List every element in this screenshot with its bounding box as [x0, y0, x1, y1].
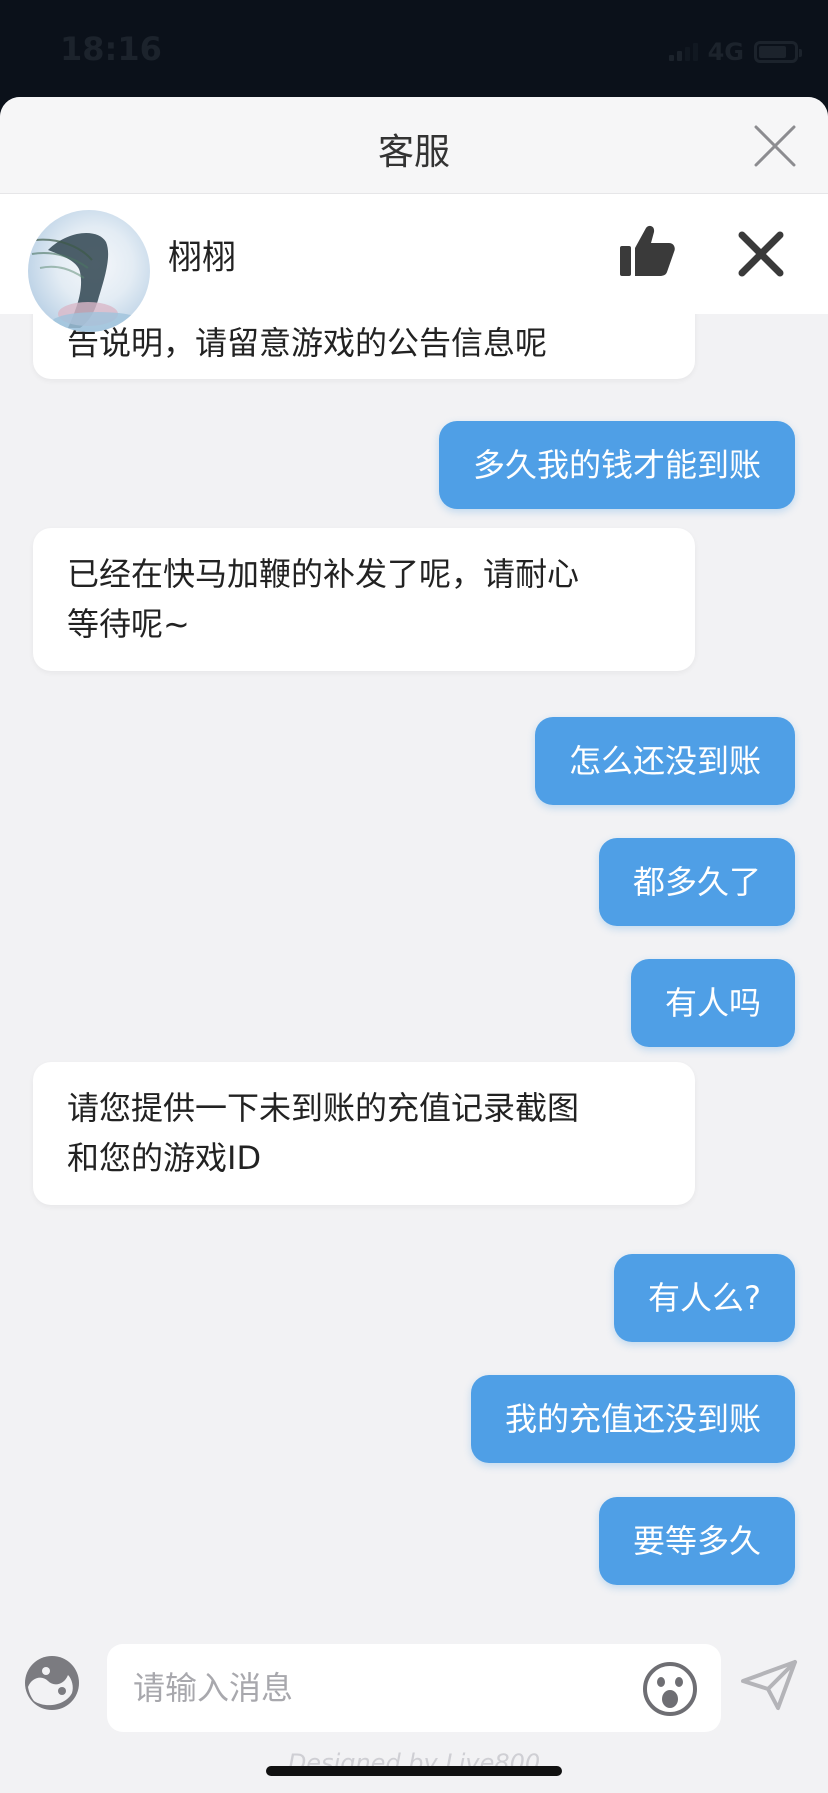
message-line: 请您提供一下未到账的充值记录截图 — [67, 1089, 580, 1127]
message-line: 和您的游戏ID — [67, 1139, 262, 1177]
user-message: 都多久了 — [598, 838, 795, 926]
end-chat-icon[interactable] — [736, 230, 786, 278]
user-message: 有人么? — [614, 1254, 795, 1342]
battery-icon — [754, 41, 802, 63]
agent-message: 告说明，请留意游戏的公告信息呢 — [33, 314, 695, 379]
network-label: 4G — [707, 38, 744, 66]
message-line: 已经在快马加鞭的补发了呢，请耐心 — [67, 555, 580, 593]
home-indicator[interactable] — [266, 1766, 562, 1776]
page-title: 客服 — [377, 132, 450, 173]
message-input[interactable] — [133, 1644, 613, 1732]
close-icon[interactable] — [752, 123, 798, 169]
user-message: 有人吗 — [630, 959, 795, 1047]
status-time: 18:16 — [60, 30, 162, 68]
message-line: 告说明，请留意游戏的公告信息呢 — [67, 324, 548, 362]
agent-name: 栩栩 — [168, 238, 236, 278]
user-message: 要等多久 — [598, 1497, 795, 1585]
send-icon[interactable] — [740, 1659, 798, 1711]
agent-message: 请您提供一下未到账的充值记录截图 和您的游戏ID — [33, 1062, 695, 1205]
avatar — [28, 210, 150, 332]
battery-level — [759, 46, 787, 58]
user-message: 我的充值还没到账 — [470, 1375, 795, 1463]
status-bar: 18:16 4G — [0, 0, 828, 97]
message-line: 等待呢~ — [67, 605, 190, 643]
thumbs-up-icon[interactable] — [618, 224, 676, 278]
agent-message: 已经在快马加鞭的补发了呢，请耐心 等待呢~ — [33, 528, 695, 671]
message-input-box[interactable] — [107, 1644, 721, 1732]
sheet-header: 客服 — [0, 97, 828, 194]
signal-icon — [668, 43, 698, 61]
message-list[interactable]: 告说明，请留意游戏的公告信息呢 多久我的钱才能到账 已经在快马加鞭的补发了呢，请… — [0, 314, 828, 1724]
user-message: 怎么还没到账 — [534, 717, 795, 805]
avatar-image — [31, 232, 144, 332]
emoji-icon[interactable] — [641, 1660, 699, 1718]
user-message: 多久我的钱才能到账 — [438, 421, 795, 509]
status-indicators: 4G — [668, 38, 802, 66]
customer-service-sheet: 客服 栩栩 告说明，请留意游戏的公告信息呢 多久我的钱才能到账 已经在快马加鞭的… — [0, 97, 828, 1793]
yin-yang-icon[interactable] — [22, 1653, 82, 1713]
